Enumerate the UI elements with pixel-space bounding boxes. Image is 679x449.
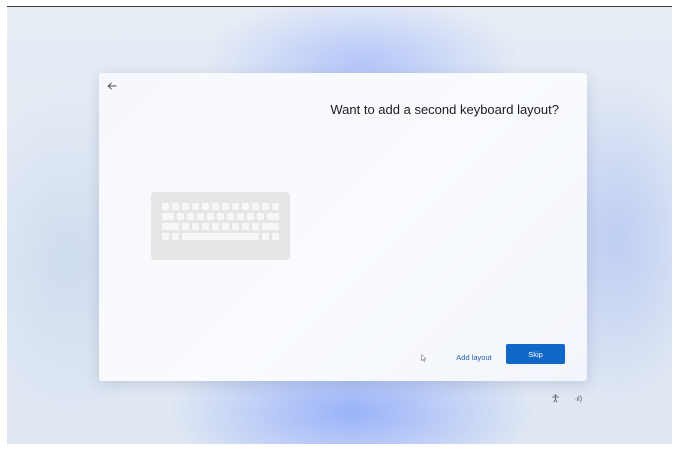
accessibility-button[interactable] bbox=[549, 393, 561, 405]
accessibility-icon bbox=[551, 393, 560, 405]
keyboard-icon bbox=[151, 192, 290, 260]
mouse-pointer-icon bbox=[421, 349, 427, 367]
setup-dialog: Want to add a second keyboard layout? Ad… bbox=[99, 73, 587, 381]
back-button[interactable] bbox=[103, 77, 121, 95]
oobe-background: Want to add a second keyboard layout? Ad… bbox=[7, 6, 672, 444]
page-title: Want to add a second keyboard layout? bbox=[330, 102, 559, 117]
add-layout-button[interactable]: Add layout bbox=[451, 349, 497, 365]
skip-button[interactable]: Skip bbox=[506, 344, 565, 364]
volume-label: ·ıl) bbox=[573, 395, 583, 403]
arrow-left-icon bbox=[107, 77, 117, 95]
volume-button[interactable]: ·ıl) bbox=[570, 393, 586, 405]
